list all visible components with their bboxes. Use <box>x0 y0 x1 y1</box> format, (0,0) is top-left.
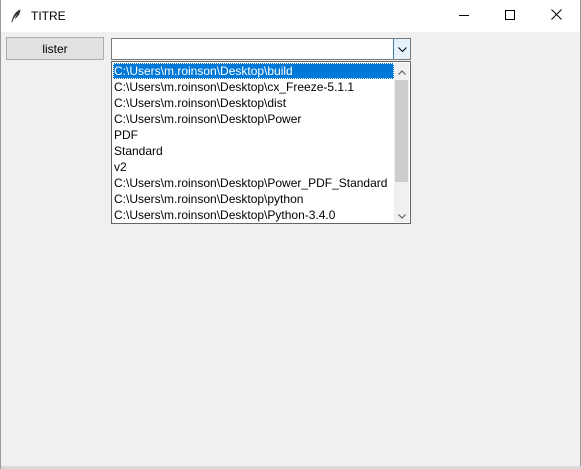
minimize-icon <box>459 7 469 25</box>
option-list: C:\Users\m.roinson\Desktop\build C:\User… <box>113 63 394 223</box>
scroll-up-button[interactable] <box>394 63 409 78</box>
combobox-dropdown-list: C:\Users\m.roinson\Desktop\build C:\User… <box>111 61 411 224</box>
list-item[interactable]: C:\Users\m.roinson\Desktop\Python-3.4.0 <box>113 207 394 223</box>
scroll-down-icon <box>397 206 406 224</box>
maximize-button[interactable] <box>487 0 533 32</box>
feather-icon <box>10 9 22 23</box>
window-title: TITRE <box>31 9 66 23</box>
combobox-arrow-button[interactable] <box>393 39 410 59</box>
title-bar[interactable]: TITRE <box>1 0 580 32</box>
list-item[interactable]: C:\Users\m.roinson\Desktop\Power_PDF_Sta… <box>113 175 394 191</box>
chevron-down-icon <box>397 40 407 58</box>
minimize-button[interactable] <box>441 0 487 32</box>
list-item[interactable]: C:\Users\m.roinson\Desktop\dist <box>113 95 394 111</box>
lister-button[interactable]: lister <box>6 37 104 60</box>
list-item[interactable]: C:\Users\m.roinson\Desktop\python <box>113 191 394 207</box>
list-item[interactable]: C:\Users\m.roinson\Desktop\cx_Freeze-5.1… <box>113 79 394 95</box>
app-window: TITRE lister C:\Users\m.roinson\Desktop\… <box>0 0 581 469</box>
maximize-icon <box>505 7 515 25</box>
list-item[interactable]: C:\Users\m.roinson\Desktop\build <box>113 63 394 79</box>
dropdown-scrollbar[interactable] <box>394 63 409 222</box>
list-item[interactable]: PDF <box>113 127 394 143</box>
scroll-down-button[interactable] <box>394 207 409 222</box>
scroll-up-icon <box>397 62 406 80</box>
list-item[interactable]: v2 <box>113 159 394 175</box>
list-item[interactable]: Standard <box>113 143 394 159</box>
close-button[interactable] <box>533 0 579 32</box>
scrollbar-thumb[interactable] <box>395 80 408 182</box>
list-item[interactable]: C:\Users\m.roinson\Desktop\Power <box>113 111 394 127</box>
close-icon <box>550 7 562 25</box>
path-combobox[interactable] <box>111 38 411 60</box>
